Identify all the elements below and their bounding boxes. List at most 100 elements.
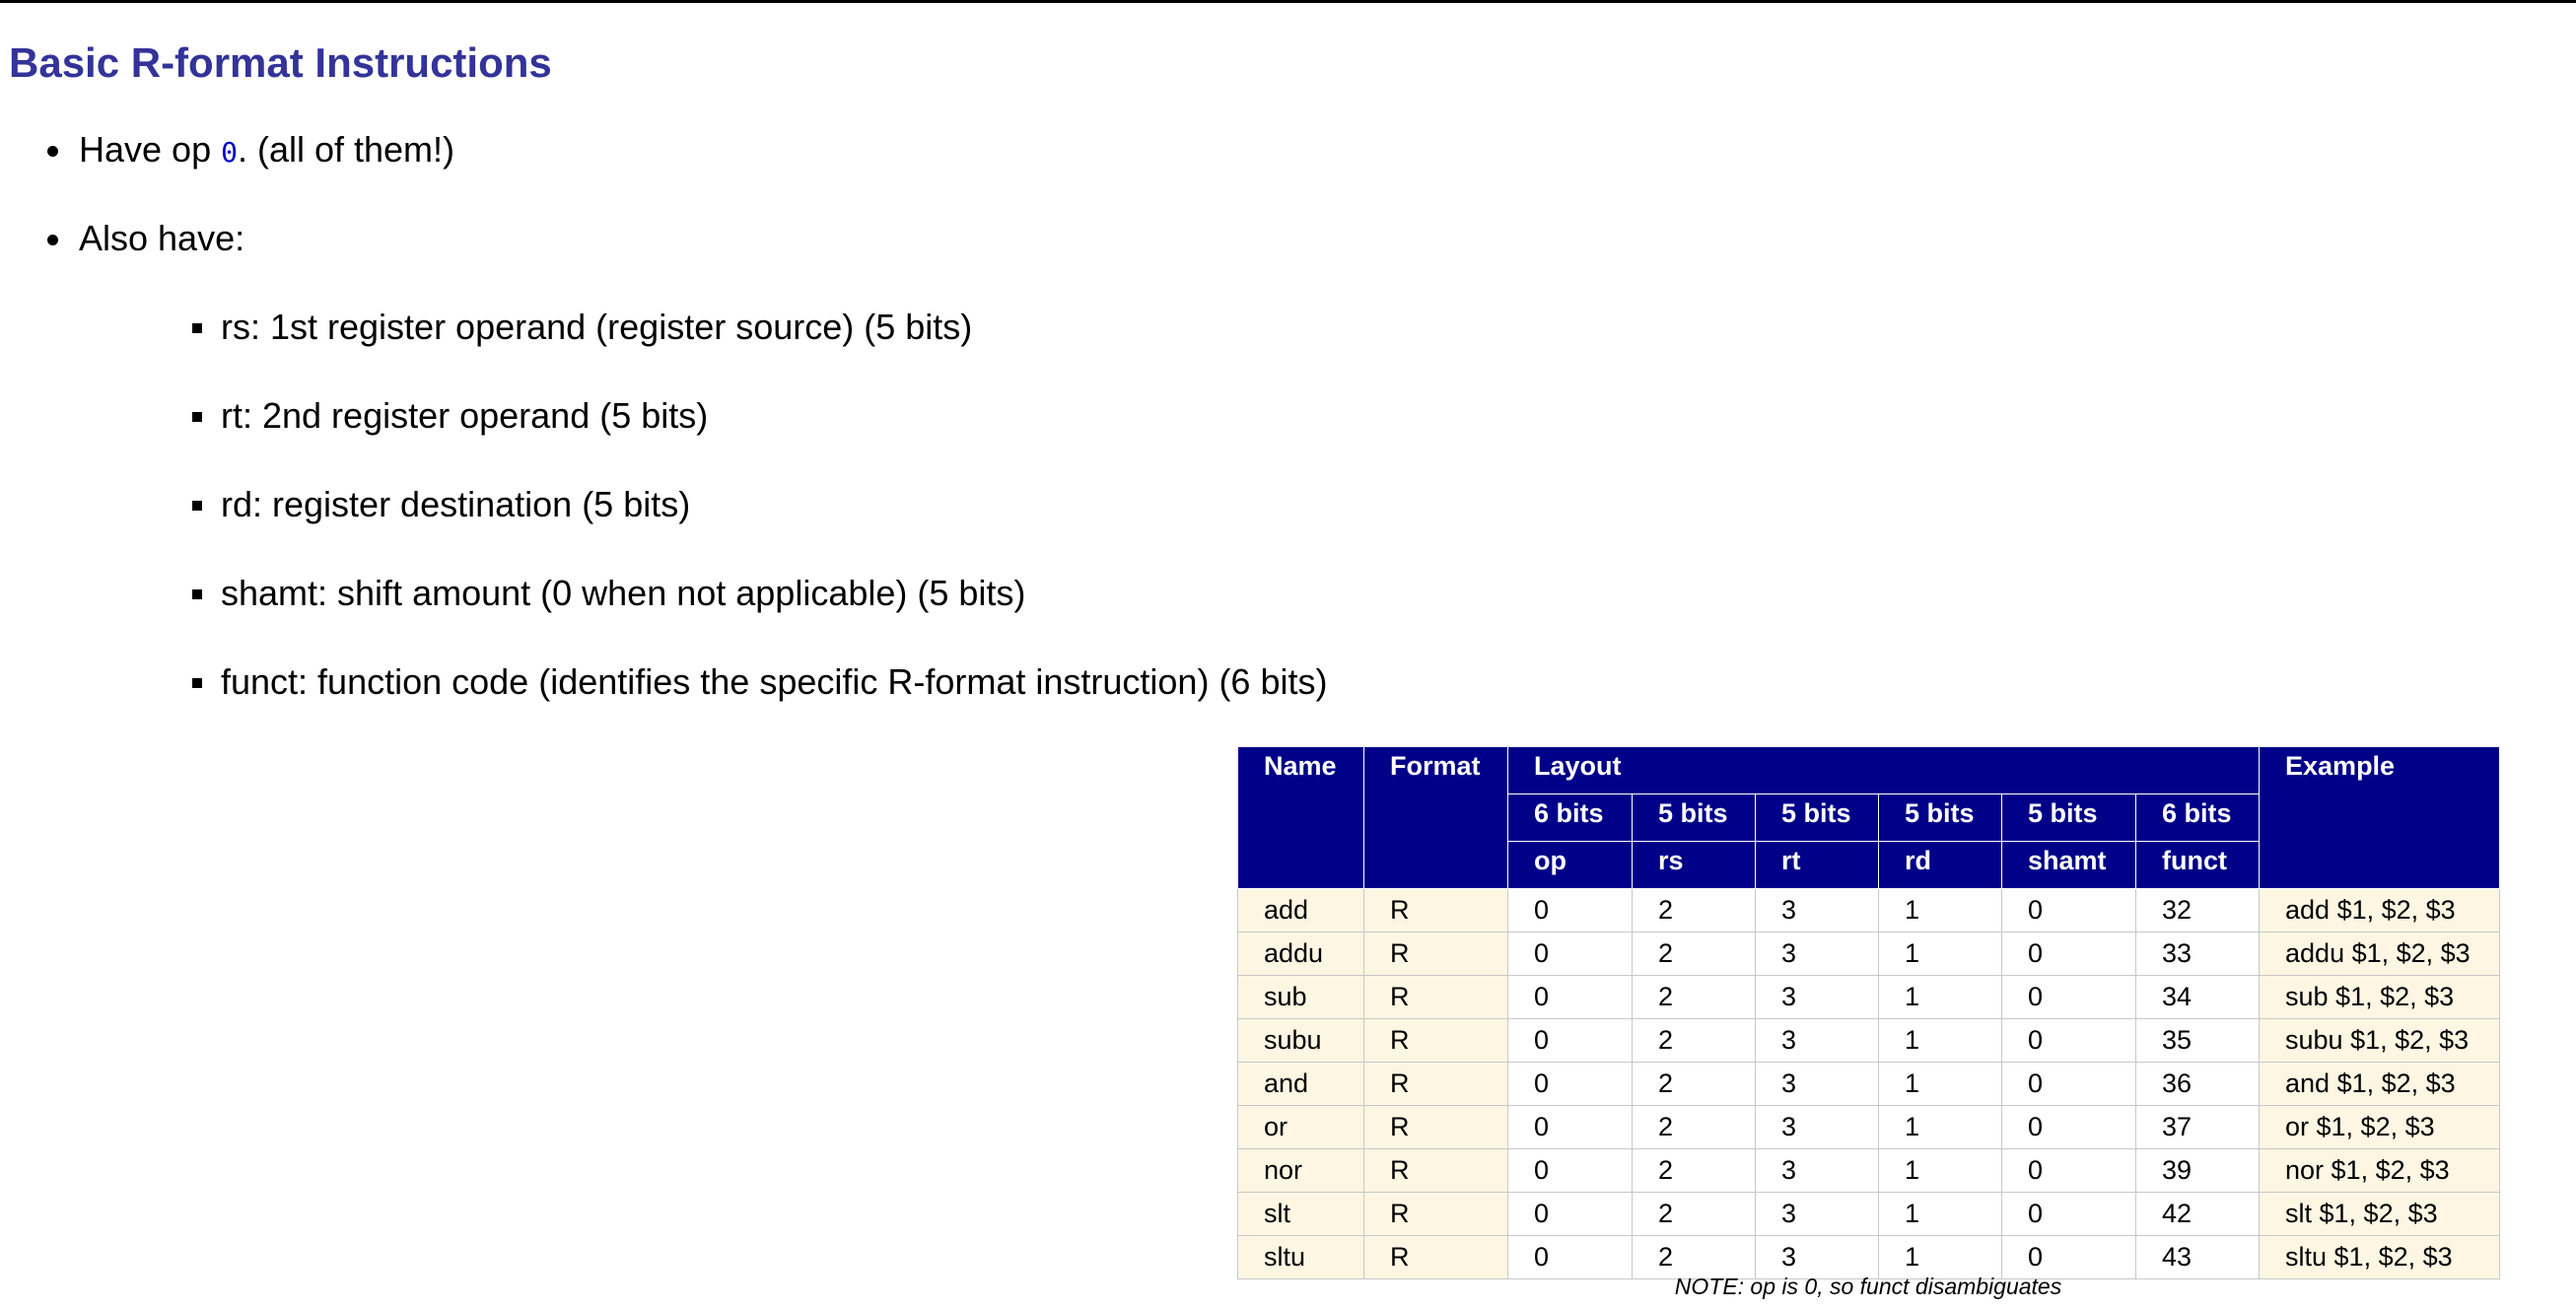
cell-rd: 1 (1878, 1018, 2002, 1063)
cell-example: add $1, $2, $3 (2259, 888, 2501, 932)
page-title: Basic R-format Instructions (9, 39, 552, 86)
cell-funct: 37 (2134, 1105, 2261, 1149)
cell-rs: 2 (1632, 975, 1756, 1019)
cell-rt: 3 (1755, 1105, 1879, 1149)
bullet-square-icon (192, 678, 202, 688)
cell-shamt: 0 (2001, 888, 2136, 932)
cell-rs: 2 (1632, 1105, 1756, 1149)
header-field-rs: rs (1632, 841, 1756, 889)
bullet-dot-icon (47, 146, 58, 157)
cell-op: 0 (1507, 888, 1633, 932)
cell-rs: 2 (1632, 1148, 1756, 1193)
cell-op: 0 (1507, 931, 1633, 976)
field-item-text: rd: register destination (5 bits) (221, 484, 691, 524)
bullet-square-icon (192, 589, 202, 599)
cell-op: 0 (1507, 1062, 1633, 1106)
cell-example: or $1, $2, $3 (2259, 1105, 2501, 1149)
cell-funct: 35 (2134, 1018, 2261, 1063)
header-field-funct: funct (2134, 841, 2261, 889)
cell-funct: 39 (2134, 1148, 2261, 1193)
cell-format: R (1363, 1062, 1508, 1106)
cell-shamt: 0 (2001, 931, 2136, 976)
cell-rs: 2 (1632, 1192, 1756, 1236)
cell-shamt: 0 (2001, 975, 2136, 1019)
cell-shamt: 0 (2001, 1192, 2136, 1236)
cell-rd: 1 (1878, 1062, 2002, 1106)
op-code: 0 (221, 136, 238, 169)
header-field-rd: rd (1878, 841, 2002, 889)
header-bits-rt: 5 bits (1755, 793, 1879, 842)
cell-rt: 3 (1755, 1192, 1879, 1236)
cell-rt: 3 (1755, 888, 1879, 932)
cell-shamt: 0 (2001, 1062, 2136, 1106)
cell-example: addu $1, $2, $3 (2259, 931, 2501, 976)
cell-name: slt (1237, 1192, 1364, 1236)
header-bits-rs: 5 bits (1632, 793, 1756, 842)
cell-format: R (1363, 1192, 1508, 1236)
header-bits-rd: 5 bits (1878, 793, 2002, 842)
cell-shamt: 0 (2001, 1148, 2136, 1193)
r-format-table: Name Format Layout Example 6 bits 5 bits… (1237, 746, 2501, 1279)
bullet-square-icon (192, 323, 202, 333)
cell-rt: 3 (1755, 1148, 1879, 1193)
cell-op: 0 (1507, 1105, 1633, 1149)
cell-funct: 32 (2134, 888, 2261, 932)
cell-rt: 3 (1755, 1062, 1879, 1106)
cell-rs: 2 (1632, 931, 1756, 976)
table-row: add R 0 2 3 1 0 32 add $1, $2, $3 (1237, 888, 2501, 932)
cell-name: add (1237, 888, 1364, 932)
header-bits-funct: 6 bits (2134, 793, 2261, 842)
cell-rd: 1 (1878, 1105, 2002, 1149)
header-field-rt: rt (1755, 841, 1879, 889)
cell-funct: 36 (2134, 1062, 2261, 1106)
header-field-op: op (1507, 841, 1633, 889)
cell-rd: 1 (1878, 1192, 2002, 1236)
also-have-text: Also have: (79, 218, 245, 258)
cell-name: or (1237, 1105, 1364, 1149)
cell-name: subu (1237, 1018, 1364, 1063)
cell-example: and $1, $2, $3 (2259, 1062, 2501, 1106)
cell-op: 0 (1507, 1192, 1633, 1236)
cell-name: sub (1237, 975, 1364, 1019)
cell-rt: 3 (1755, 975, 1879, 1019)
table-row: slt R 0 2 3 1 0 42 slt $1, $2, $3 (1237, 1192, 2501, 1236)
table-row: addu R 0 2 3 1 0 33 addu $1, $2, $3 (1237, 931, 2501, 976)
op-prefix: Have op (79, 129, 222, 170)
field-item-text: rs: 1st register operand (register sourc… (221, 307, 973, 347)
header-bits-op: 6 bits (1507, 793, 1633, 842)
field-item-text: rt: 2nd register operand (5 bits) (221, 395, 709, 436)
cell-rs: 2 (1632, 1062, 1756, 1106)
cell-rs: 2 (1632, 888, 1756, 932)
field-item-text: shamt: shift amount (0 when not applicab… (221, 573, 1026, 613)
cell-format: R (1363, 931, 1508, 976)
header-field-shamt: shamt (2001, 841, 2136, 889)
table-row: and R 0 2 3 1 0 36 and $1, $2, $3 (1237, 1062, 2501, 1106)
cell-example: subu $1, $2, $3 (2259, 1018, 2501, 1063)
cell-op: 0 (1507, 975, 1633, 1019)
cell-rd: 1 (1878, 975, 2002, 1019)
cell-format: R (1363, 1018, 1508, 1063)
cell-example: sub $1, $2, $3 (2259, 975, 2501, 1019)
cell-format: R (1363, 1148, 1508, 1193)
op-suffix: . (all of them!) (237, 129, 455, 170)
cell-op: 0 (1507, 1018, 1633, 1063)
field-item-text: funct: function code (identifies the spe… (221, 661, 1328, 702)
header-bits-shamt: 5 bits (2001, 793, 2136, 842)
table-note: NOTE: op is 0, so funct disambiguates (1674, 1274, 2062, 1299)
cell-name: and (1237, 1062, 1364, 1106)
cell-funct: 33 (2134, 931, 2261, 976)
cell-rd: 1 (1878, 1148, 2002, 1193)
cell-name: nor (1237, 1148, 1364, 1193)
bullet-dot-icon (47, 235, 58, 245)
cell-funct: 42 (2134, 1192, 2261, 1236)
cell-op: 0 (1507, 1148, 1633, 1193)
cell-rt: 3 (1755, 1018, 1879, 1063)
table-row: subu R 0 2 3 1 0 35 subu $1, $2, $3 (1237, 1018, 2501, 1063)
table-row: sub R 0 2 3 1 0 34 sub $1, $2, $3 (1237, 975, 2501, 1019)
cell-format: R (1363, 888, 1508, 932)
header-example: Example (2259, 746, 2501, 889)
cell-format: R (1363, 1105, 1508, 1149)
table-row: nor R 0 2 3 1 0 39 nor $1, $2, $3 (1237, 1148, 2501, 1193)
header-name: Name (1237, 746, 1364, 889)
bullet-square-icon (192, 501, 202, 511)
